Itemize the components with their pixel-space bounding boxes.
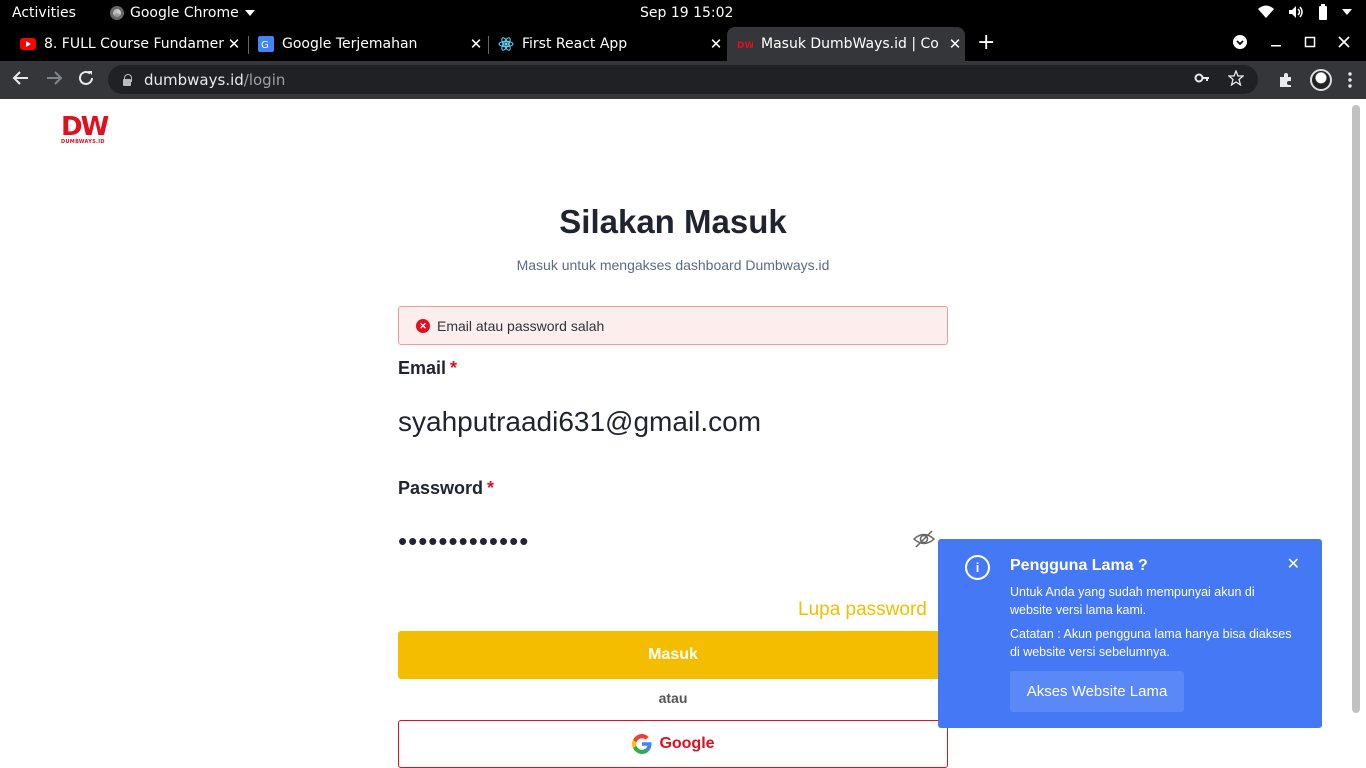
scrollbar[interactable] [1352, 105, 1360, 713]
chrome-icon [110, 6, 124, 20]
activities-button[interactable]: Activities [12, 5, 76, 21]
reload-icon [79, 70, 93, 85]
arrow-right-icon [47, 71, 63, 85]
dumbways-logo[interactable]: DW DUMBWAYS.ID [61, 112, 111, 145]
forward-button[interactable] [43, 69, 65, 92]
tab-google-translate[interactable]: G Google Terjemahan ✕ [250, 27, 486, 61]
tab-youtube[interactable]: 8. FULL Course Fundamen ✕ [12, 27, 244, 61]
password-label: Password * [398, 478, 494, 499]
url-host: dumbways.id [144, 70, 244, 89]
address-bar[interactable]: dumbways.id/login [108, 65, 1258, 94]
tab-dumbways-login[interactable]: DW Masuk DumbWays.id | Co ✕ [727, 27, 965, 61]
error-alert: ✕ Email atau password salah [398, 306, 948, 345]
notice-title: Pengguna Lama ? [1010, 557, 1148, 574]
youtube-icon [20, 36, 36, 52]
password-field[interactable] [398, 526, 938, 556]
close-icon[interactable]: ✕ [1287, 554, 1300, 574]
or-divider: atau [658, 690, 688, 706]
notice-text: Untuk Anda yang sudah mempunyai akun di … [1010, 585, 1255, 617]
arrow-left-icon [12, 71, 28, 85]
extensions-icon[interactable] [1278, 72, 1294, 88]
new-tab-button[interactable]: + [977, 30, 995, 55]
browser-toolbar: dumbways.id/login [0, 61, 1366, 99]
battery-icon [1319, 4, 1327, 20]
required-mark: * [487, 478, 495, 498]
tab-strip: 8. FULL Course Fundamen ✕ G Google Terje… [0, 27, 1366, 61]
tab-separator [488, 36, 489, 54]
more-vert-icon[interactable] [1348, 72, 1352, 88]
old-website-button[interactable]: Akses Website Lama [1010, 671, 1184, 712]
chevron-down-icon [1342, 9, 1352, 15]
page-subtitle: Masuk untuk mengakses dashboard Dumbways… [516, 257, 830, 273]
system-tray[interactable] [1258, 4, 1352, 20]
svg-text:DW: DW [737, 41, 753, 49]
close-icon[interactable]: ✕ [945, 35, 965, 53]
google-translate-icon: G [258, 36, 274, 52]
url-path: /login [243, 70, 286, 89]
close-window-icon[interactable] [1338, 36, 1350, 48]
back-button[interactable] [10, 69, 32, 92]
close-icon[interactable]: ✕ [224, 35, 244, 53]
dumbways-icon: DW [737, 36, 753, 52]
svg-text:G: G [261, 40, 269, 51]
app-menu[interactable]: Google Chrome [110, 5, 255, 21]
close-icon[interactable]: ✕ [466, 35, 486, 53]
close-icon[interactable]: ✕ [706, 35, 726, 53]
info-icon: i [965, 555, 990, 580]
maximize-icon[interactable] [1304, 36, 1316, 48]
email-field[interactable] [398, 402, 938, 442]
page-title: Silakan Masuk [559, 203, 787, 240]
star-icon[interactable] [1228, 70, 1244, 86]
tab-title: Masuk DumbWays.id | Co [761, 36, 939, 52]
reload-button[interactable] [75, 69, 97, 92]
password-label-text: Password [398, 478, 484, 498]
tab-title: 8. FULL Course Fundamen [44, 36, 224, 52]
window-controls [1232, 34, 1350, 50]
forgot-password-link[interactable]: Lupa password [798, 599, 927, 621]
app-name: Google Chrome [130, 5, 239, 21]
tab-separator [248, 36, 249, 54]
error-icon: ✕ [416, 318, 430, 333]
minimize-icon[interactable] [1270, 36, 1282, 48]
required-mark: * [450, 358, 458, 378]
logo-mark: DW [61, 112, 109, 142]
google-login-button[interactable]: Google [398, 720, 948, 768]
email-label-text: Email [398, 358, 447, 378]
key-icon[interactable] [1194, 70, 1210, 86]
error-message: Email atau password salah [437, 317, 605, 334]
chevron-down-icon [244, 10, 255, 16]
google-icon [632, 734, 652, 754]
wifi-icon [1258, 5, 1274, 18]
google-button-label: Google [659, 735, 715, 752]
profile-avatar[interactable] [1310, 69, 1332, 91]
email-label: Email * [398, 358, 457, 379]
login-button[interactable]: Masuk [398, 631, 948, 679]
tab-search-icon[interactable] [1232, 34, 1248, 50]
tab-react-app[interactable]: First React App ✕ [490, 27, 726, 61]
legacy-user-notice: i Pengguna Lama ? ✕ Untuk Anda yang suda… [938, 539, 1322, 728]
clock[interactable]: Sep 19 15:02 [640, 5, 733, 21]
eye-off-icon[interactable] [913, 528, 935, 550]
notice-note: Catatan : Akun pengguna lama hanya bisa … [1010, 627, 1292, 659]
page-content: DW DUMBWAYS.ID Silakan Masuk Masuk untuk… [0, 99, 1366, 768]
react-icon [498, 36, 514, 52]
logo-text: DUMBWAYS.ID [61, 139, 105, 145]
tab-title: First React App [522, 36, 628, 52]
tab-title: Google Terjemahan [282, 36, 418, 52]
system-top-bar: Activities Google Chrome Sep 19 15:02 [0, 0, 1366, 27]
volume-icon [1289, 6, 1303, 18]
lock-icon [122, 73, 132, 86]
